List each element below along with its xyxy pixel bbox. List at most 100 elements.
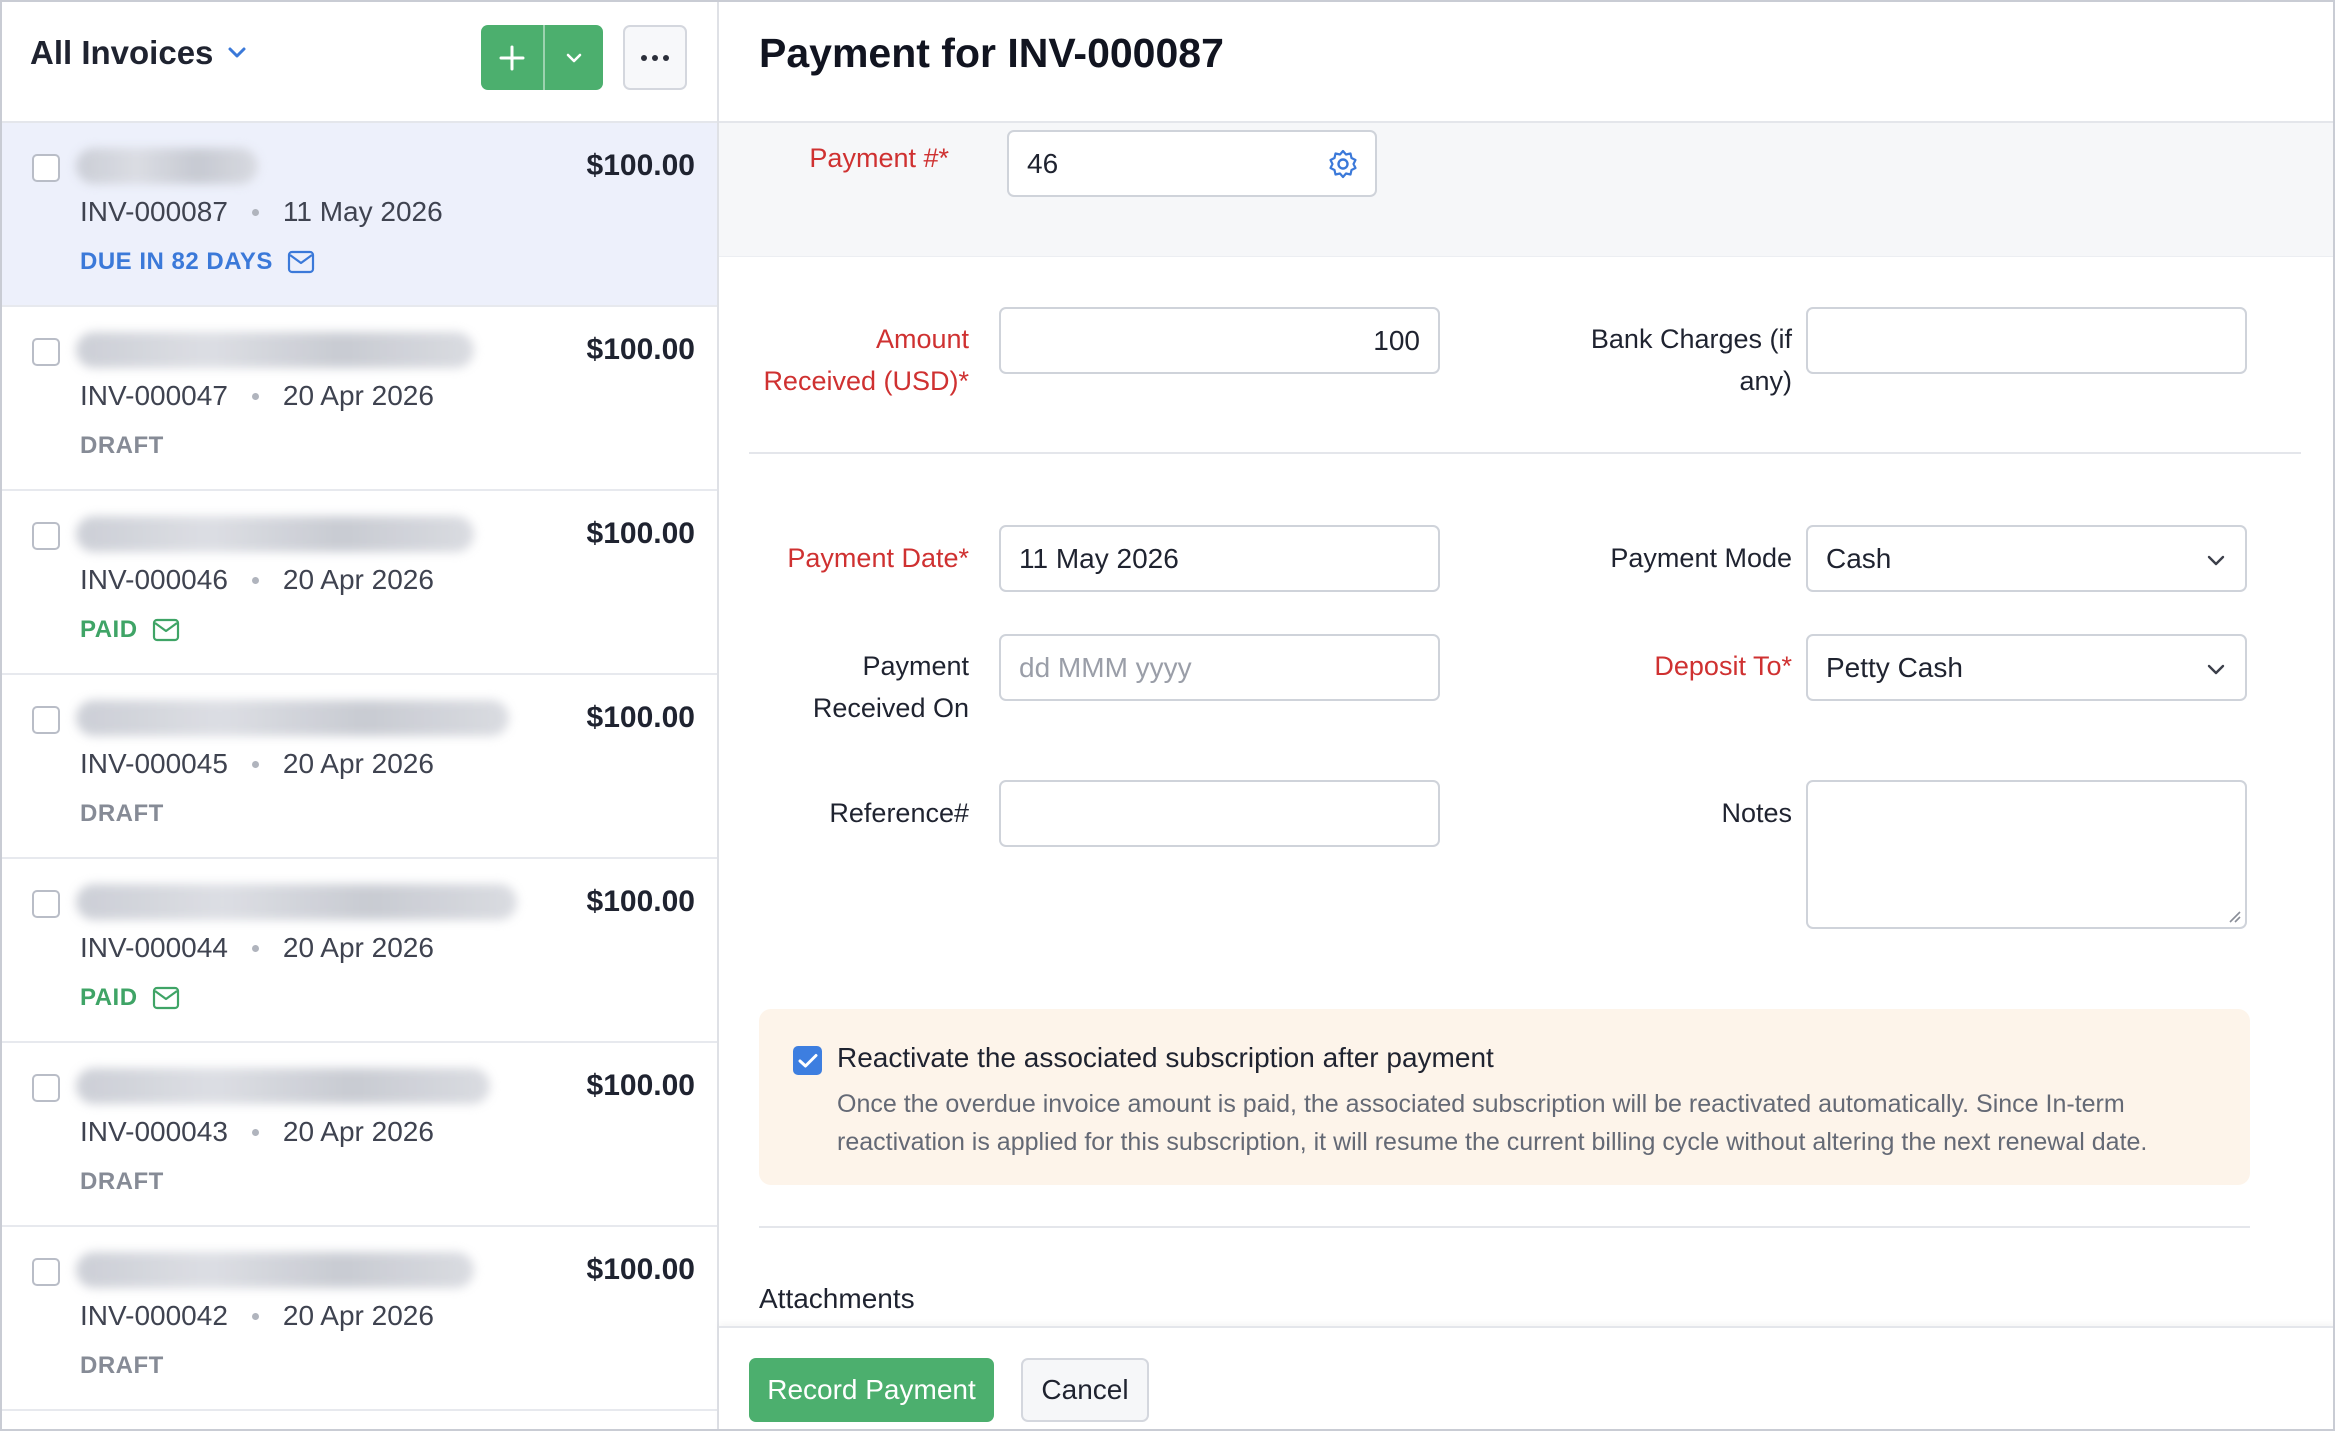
invoice-checkbox[interactable]: [32, 1258, 60, 1286]
list-view-selector[interactable]: All Invoices: [30, 34, 247, 72]
invoice-status: DRAFT: [80, 800, 164, 828]
notes-textarea[interactable]: [1806, 780, 2247, 929]
invoice-date: 20 Apr 2026: [282, 380, 434, 411]
invoice-amount: $100.00: [586, 701, 695, 734]
invoice-checkbox[interactable]: [32, 1074, 60, 1102]
resize-grip-icon[interactable]: [2225, 907, 2241, 923]
invoice-date: 20 Apr 2026: [282, 748, 434, 779]
list-title: All Invoices: [30, 34, 214, 71]
email-sent-icon: [152, 986, 179, 1010]
invoice-checkbox[interactable]: [32, 154, 60, 182]
invoice-amount: $100.00: [586, 333, 695, 366]
invoice-date: 20 Apr 2026: [282, 1300, 434, 1331]
page-title: Payment for INV-000087: [759, 30, 1224, 76]
deposit-to-select[interactable]: Petty Cash: [1806, 634, 2247, 701]
invoice-meta: INV-000042 20 Apr 2026: [80, 1300, 434, 1332]
amount-received-label-line1: Amount: [875, 324, 969, 354]
payment-received-on-label: Payment Received On: [719, 645, 969, 729]
notes-label: Notes: [1721, 798, 1792, 828]
invoice-meta: INV-000044 20 Apr 2026: [80, 932, 434, 964]
bank-charges-input[interactable]: [1806, 307, 2247, 374]
bank-charges-label-line2: any): [1739, 366, 1792, 396]
payment-received-on-input[interactable]: dd MMM yyyy: [999, 634, 1440, 701]
more-options-button[interactable]: [623, 25, 687, 90]
reactivate-notice: Reactivate the associated subscription a…: [759, 1009, 2250, 1185]
invoice-list: $100.00 INV-000087 11 May 2026 DUE IN 82 DA…: [2, 123, 717, 1411]
new-invoice-button[interactable]: [481, 25, 545, 90]
customer-name-redacted: [76, 1252, 474, 1288]
amount-received-label-line2: Received (USD)*: [763, 366, 969, 396]
form-footer: Record Payment Cancel: [719, 1326, 2333, 1429]
checkmark-icon: [798, 1053, 817, 1067]
invoice-checkbox[interactable]: [32, 706, 60, 734]
invoice-meta: INV-000047 20 Apr 2026: [80, 380, 434, 412]
invoice-meta: INV-000046 20 Apr 2026: [80, 564, 434, 596]
invoice-amount: $100.00: [586, 1253, 695, 1286]
chevron-down-icon: [228, 47, 246, 58]
status-badge: DRAFT: [80, 432, 164, 459]
separator-dot: [251, 392, 259, 400]
record-payment-button[interactable]: Record Payment: [749, 1358, 994, 1422]
payment-mode-value: Cash: [1826, 542, 1892, 574]
invoice-list-pane: All Invoices $100.00 INV-000087 11 May 202…: [2, 2, 719, 1429]
customer-name-redacted: [76, 332, 474, 368]
status-badge: DRAFT: [80, 1352, 164, 1379]
reactivate-description: Once the overdue invoice amount is paid,…: [837, 1090, 2148, 1156]
gear-icon[interactable]: [1327, 148, 1359, 180]
email-sent-icon: [152, 618, 179, 642]
invoice-date: 11 May 2026: [282, 196, 443, 227]
payment-form-pane: Payment for INV-000087 Payment #* 46 Amo…: [719, 2, 2333, 1429]
separator-dot: [251, 944, 259, 952]
payment-date-input[interactable]: 11 May 2026: [999, 525, 1440, 592]
reactivate-checkbox[interactable]: [793, 1046, 822, 1075]
invoice-checkbox[interactable]: [32, 890, 60, 918]
invoice-row[interactable]: $100.00 INV-000046 20 Apr 2026 PAID: [2, 491, 717, 675]
separator-dot: [251, 576, 259, 584]
amount-received-value: 100: [1373, 324, 1420, 356]
invoice-status: DRAFT: [80, 432, 164, 460]
invoice-row[interactable]: $100.00 INV-000045 20 Apr 2026 DRAFT: [2, 675, 717, 859]
deposit-to-value: Petty Cash: [1826, 651, 1963, 683]
payment-number-label: Payment #*: [809, 143, 949, 173]
status-badge: PAID: [80, 984, 138, 1011]
payment-mode-select[interactable]: Cash: [1806, 525, 2247, 592]
reactivate-title: Reactivate the associated subscription a…: [837, 1042, 1494, 1073]
invoice-date: 20 Apr 2026: [282, 564, 434, 595]
status-badge: DRAFT: [80, 800, 164, 827]
reference-input[interactable]: [999, 780, 1440, 847]
payment-number-section: Payment #* 46: [719, 123, 2333, 257]
customer-name-redacted: [76, 1068, 490, 1104]
plus-icon: [499, 45, 525, 70]
invoice-amount: $100.00: [586, 517, 695, 550]
payment-date-label: Payment Date*: [787, 543, 969, 573]
invoice-row[interactable]: $100.00 INV-000044 20 Apr 2026 PAID: [2, 859, 717, 1043]
amount-received-label: Amount Received (USD)*: [719, 318, 969, 402]
list-header: All Invoices: [2, 2, 717, 123]
invoice-checkbox[interactable]: [32, 338, 60, 366]
invoice-amount: $100.00: [586, 885, 695, 918]
invoice-number: INV-000044: [80, 932, 228, 963]
new-invoice-dropdown-button[interactable]: [545, 25, 603, 90]
section-divider: [749, 452, 2301, 454]
customer-name-redacted: [76, 700, 509, 736]
reference-label: Reference#: [829, 798, 969, 828]
invoice-number: INV-000042: [80, 1300, 228, 1331]
invoice-status: DRAFT: [80, 1352, 164, 1380]
amount-received-input[interactable]: 100: [999, 307, 1440, 374]
invoice-meta: INV-000043 20 Apr 2026: [80, 1116, 434, 1148]
invoice-row[interactable]: $100.00 INV-000043 20 Apr 2026 DRAFT: [2, 1043, 717, 1227]
payment-number-field[interactable]: 46: [1007, 130, 1377, 197]
invoice-checkbox[interactable]: [32, 522, 60, 550]
bank-charges-label: Bank Charges (if any): [1539, 318, 1792, 402]
payment-mode-label: Payment Mode: [1610, 543, 1792, 573]
app-window: All Invoices $100.00 INV-000087 11 May 202…: [0, 0, 2335, 1431]
payment-received-on-label-line2: Received On: [812, 693, 969, 723]
invoice-row[interactable]: $100.00 INV-000047 20 Apr 2026 DRAFT: [2, 307, 717, 491]
deposit-to-label: Deposit To*: [1654, 651, 1792, 681]
cancel-button[interactable]: Cancel: [1021, 1358, 1149, 1422]
separator-dot: [251, 760, 259, 768]
payment-date-value: 11 May 2026: [1019, 542, 1179, 574]
invoice-row[interactable]: $100.00 INV-000087 11 May 2026 DUE IN 82 DA…: [2, 123, 717, 307]
invoice-row[interactable]: $100.00 INV-000042 20 Apr 2026 DRAFT: [2, 1227, 717, 1411]
form-header: Payment for INV-000087: [719, 2, 2333, 123]
